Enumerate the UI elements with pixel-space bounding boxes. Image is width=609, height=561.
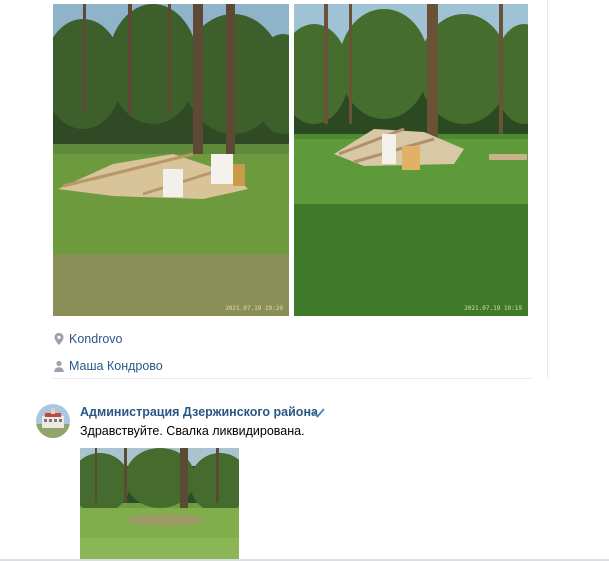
comment-author[interactable]: Администрация Дзержинского района	[80, 405, 318, 419]
location-pin-icon	[54, 333, 64, 345]
post-photo-2[interactable]: 2021.07.19 19:19	[294, 4, 528, 316]
post-signer[interactable]: Маша Кондрово	[53, 359, 163, 373]
person-icon	[54, 360, 64, 372]
post-location[interactable]: Kondrovo	[53, 332, 123, 346]
verified-check-icon	[313, 408, 325, 418]
photo-timestamp: 2021.07.19 19:20	[225, 305, 283, 312]
location-label: Kondrovo	[69, 332, 123, 346]
photo-timestamp: 2021.07.19 19:19	[464, 305, 522, 312]
signer-label: Маша Кондрово	[69, 359, 163, 373]
comment-photo[interactable]	[80, 448, 239, 559]
comment-text: Здравствуйте. Свалка ликвидирована.	[80, 424, 305, 438]
avatar[interactable]	[36, 404, 70, 438]
post-photo-1[interactable]: 2021.07.19 19:20	[53, 4, 289, 316]
divider	[53, 378, 531, 379]
wall-post: 2021.07.19 19:20 2021.07.19 19:19 Kondro…	[0, 0, 548, 378]
post-border	[547, 0, 548, 378]
